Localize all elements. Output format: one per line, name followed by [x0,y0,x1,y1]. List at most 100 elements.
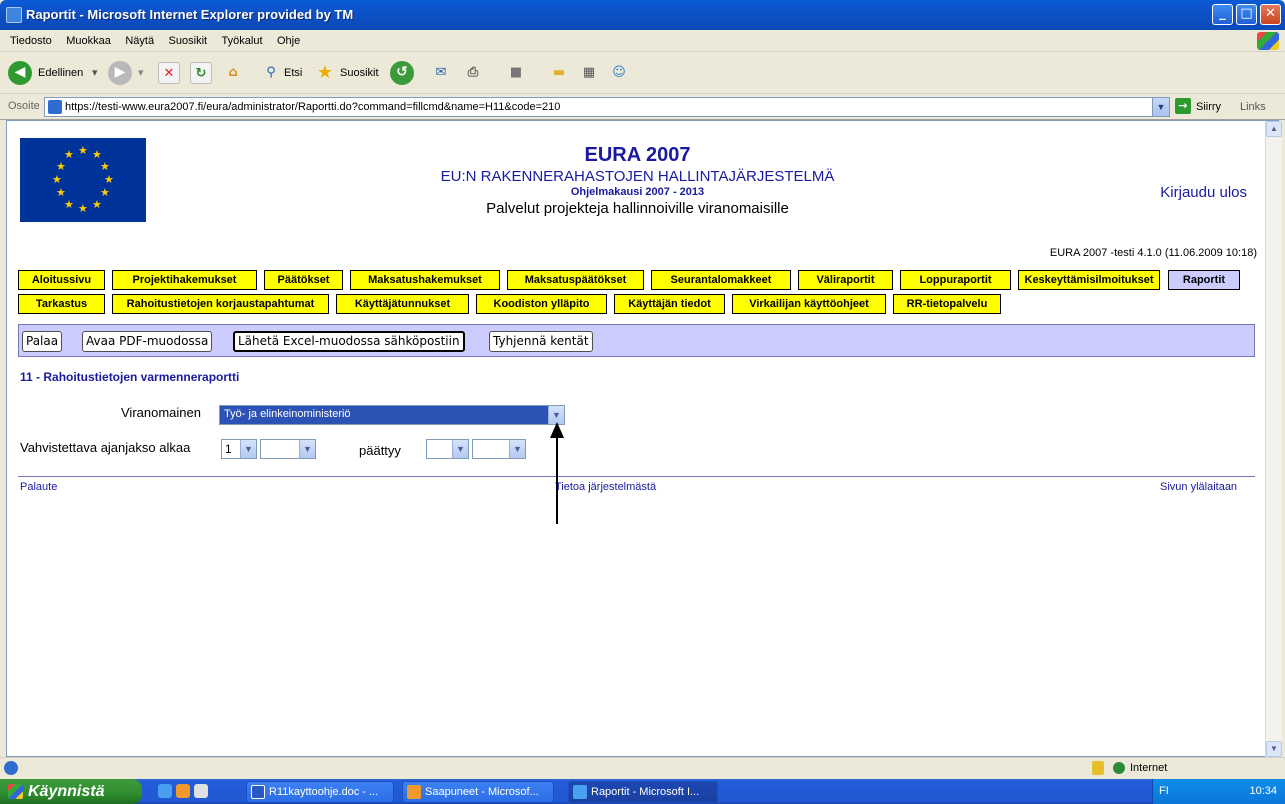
research-icon[interactable]: ▦ [578,62,600,84]
address-dropdown-icon[interactable]: ▼ [1152,98,1169,116]
authority-label: Viranomainen [121,405,201,420]
go-button[interactable]: Siirry [1196,98,1221,116]
ie-quicklaunch-icon[interactable] [158,784,172,798]
minimize-button[interactable]: _ [1212,4,1233,25]
nav-virkailijan-kayttoohjeet[interactable]: Virkailijan käyttöohjeet [732,294,886,314]
chevron-down-icon[interactable]: ▼ [240,440,256,458]
nav-projektihakemukset[interactable]: Projektihakemukset [112,270,257,290]
back-dropdown-icon[interactable]: ▾ [92,62,98,84]
nav-row-2: Tarkastus Rahoitustietojen korjaustapaht… [18,294,1255,316]
vertical-scrollbar[interactable]: ▲ ▼ [1265,121,1282,757]
chevron-down-icon[interactable]: ▼ [452,440,468,458]
back-button[interactable]: Palaa [22,331,63,352]
address-input[interactable]: https://testi-www.eura2007.fi/eura/admin… [44,97,1170,117]
nav-paatokset[interactable]: Päätökset [264,270,343,290]
top-of-page-link[interactable]: Sivun ylälaitaan [1160,481,1237,493]
forward-icon[interactable]: ▶ [108,61,132,85]
favorites-icon[interactable]: ★ [314,62,336,84]
nav-seurantalomakkeet[interactable]: Seurantalomakkeet [651,270,791,290]
authority-select[interactable]: Työ- ja elinkeinoministeriö ▼ [219,405,565,425]
ie-icon [573,785,587,799]
nav-raportit[interactable]: Raportit [1168,270,1240,290]
feedback-link[interactable]: Palaute [20,481,57,493]
period-start-day-select[interactable]: 1 ▼ [221,439,257,459]
forward-dropdown-icon[interactable]: ▾ [138,62,144,84]
back-button-label[interactable]: Edellinen [38,62,83,84]
menu-edit[interactable]: Muokkaa [66,30,111,52]
nav-maksatushakemukset[interactable]: Maksatushakemukset [350,270,500,290]
service-title: Palvelut projekteja hallinnoiville viran… [486,200,789,217]
system-tray: FI 10:34 [1152,779,1285,804]
annotation-arrow-icon [550,422,564,524]
back-icon[interactable]: ◀ [8,61,32,85]
scroll-up-icon[interactable]: ▲ [1266,121,1282,137]
task-outlook-label: Saapuneet - Microsof... [425,786,539,798]
period-start-day-value: 1 [225,442,232,456]
menu-help[interactable]: Ohje [277,30,300,52]
messenger-icon[interactable]: ☺ [608,62,630,84]
desktop-quicklaunch-icon[interactable] [194,784,208,798]
period-end-label: päättyy [359,443,401,458]
chevron-down-icon[interactable]: ▼ [299,440,315,458]
address-label: Osoite [8,100,40,112]
period-end-month-select[interactable]: ▼ [472,439,526,459]
version-info: EURA 2007 -testi 4.1.0 (11.06.2009 10:18… [1049,247,1257,259]
refresh-icon[interactable]: ↻ [190,62,212,84]
search-button-label[interactable]: Etsi [284,62,302,84]
address-url[interactable]: https://testi-www.eura2007.fi/eura/admin… [65,101,560,113]
nav-valiraportit[interactable]: Väliraportit [798,270,893,290]
stop-icon[interactable]: ✕ [158,62,180,84]
send-excel-button[interactable]: Lähetä Excel-muodossa sähköpostiin [233,331,465,352]
clear-fields-button[interactable]: Tyhjennä kentät [489,331,593,352]
discuss-icon[interactable]: ▬ [548,62,570,84]
nav-loppuraportit[interactable]: Loppuraportit [900,270,1011,290]
task-ie-label: Raportit - Microsoft I... [591,786,700,798]
close-button[interactable]: ✕ [1260,4,1281,25]
links-button[interactable]: Links [1240,98,1266,116]
chevron-down-icon[interactable]: ▼ [509,440,525,458]
nav-aloitussivu[interactable]: Aloitussivu [18,270,105,290]
scroll-down-icon[interactable]: ▼ [1266,741,1282,757]
start-label: Käynnistä [28,783,105,800]
go-icon[interactable]: → [1175,98,1191,114]
period-end-day-select[interactable]: ▼ [426,439,469,459]
menu-favorites[interactable]: Suosikit [169,30,208,52]
open-pdf-button[interactable]: Avaa PDF-muodossa [82,331,213,352]
task-internet-explorer[interactable]: Raportit - Microsoft I... [568,781,718,803]
nav-koodiston-yllapito[interactable]: Koodiston ylläpito [476,294,607,314]
nav-kayttajatunnukset[interactable]: Käyttäjätunnukset [336,294,469,314]
task-word-document[interactable]: R11kayttoohje.doc - ... [246,781,394,803]
menu-file[interactable]: Tiedosto [10,30,52,52]
window-title-bar[interactable]: Raportit - Microsoft Internet Explorer p… [0,0,1285,30]
favorites-button-label[interactable]: Suosikit [340,62,379,84]
home-icon[interactable]: ⌂ [222,62,244,84]
history-icon[interactable]: ↺ [390,61,414,85]
menu-tools[interactable]: Työkalut [222,30,263,52]
mail-icon[interactable]: ✉ [430,62,452,84]
logout-link[interactable]: Kirjaudu ulos [1160,184,1247,201]
edit-icon[interactable]: ■ [505,62,527,84]
nav-kayttajan-tiedot[interactable]: Käyttäjän tiedot [614,294,725,314]
task-outlook[interactable]: Saapuneet - Microsof... [402,781,554,803]
nav-rr-tietopalvelu[interactable]: RR-tietopalvelu [893,294,1001,314]
nav-tarkastus[interactable]: Tarkastus [18,294,105,314]
maximize-button[interactable]: □ [1236,4,1257,25]
action-bar: Palaa Avaa PDF-muodossa Lähetä Excel-muo… [18,324,1255,357]
language-indicator[interactable]: FI [1159,785,1169,797]
outlook-quicklaunch-icon[interactable] [176,784,190,798]
word-icon [251,785,265,799]
nav-rahoitustietojen-korjaustapahtumat[interactable]: Rahoitustietojen korjaustapahtumat [112,294,329,314]
print-icon[interactable]: ⎙ [462,62,484,84]
nav-maksatuspaatokset[interactable]: Maksatuspäätökset [507,270,644,290]
period-start-month-select[interactable]: ▼ [260,439,316,459]
nav-row-1: Aloitussivu Projektihakemukset Päätökset… [18,270,1255,292]
page-header: ★ ★ ★ ★ ★ ★ ★ ★ ★ ★ ★ ★ EURA 2007 EU:N R… [18,134,1257,260]
authority-selected-value: Työ- ja elinkeinoministeriö [224,408,351,420]
nav-keskeyttamisilmoitukset[interactable]: Keskeyttämisilmoitukset [1018,270,1160,290]
about-link[interactable]: Tietoa järjestelmästä [555,481,656,493]
menu-view[interactable]: Näytä [125,30,154,52]
app-title: EURA 2007 [584,144,691,166]
toolbar: ◀ Edellinen ▾ ▶ ▾ ✕ ↻ ⌂ ⚲ Etsi ★ Suosiki… [0,52,1285,94]
search-icon[interactable]: ⚲ [260,62,282,84]
start-button[interactable]: Käynnistä [0,779,142,804]
